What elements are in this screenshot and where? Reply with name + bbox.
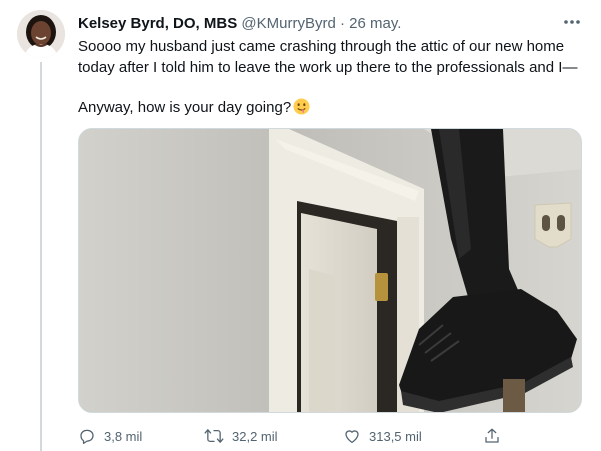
reply-count: 3,8 mil — [104, 428, 143, 444]
retweet-button[interactable]: 32,2 mil — [204, 425, 278, 447]
share-button[interactable] — [483, 425, 501, 447]
like-button[interactable]: 313,5 mil — [343, 425, 422, 447]
reply-button[interactable]: 3,8 mil — [78, 425, 142, 447]
more-options-button[interactable] — [561, 12, 583, 32]
tweet-date[interactable]: 26 may. — [349, 15, 401, 32]
retweet-icon — [204, 429, 224, 443]
more-horizontal-icon — [564, 20, 580, 24]
tweet-actions: 3,8 mil 32,2 mil 313,5 mil — [78, 425, 582, 447]
tweet-photo[interactable] — [78, 128, 582, 413]
tweet-text-line-2: Anyway, how is your day going? — [78, 99, 292, 116]
avatar-photo — [17, 10, 65, 58]
retweet-count: 32,2 mil — [232, 428, 278, 444]
tweet-text: Soooo my husband just came crashing thro… — [78, 37, 593, 119]
tweet-header: Kelsey Byrd, DO, MBS @KMurryByrd · 26 ma… — [78, 14, 561, 34]
like-count: 313,5 mil — [369, 428, 422, 444]
drooling-face-emoji — [293, 98, 310, 115]
heart-icon — [345, 430, 359, 444]
tweet-text-line-1: Soooo my husband just came crashing thro… — [78, 38, 578, 76]
photo-image — [79, 129, 581, 412]
share-icon — [485, 428, 499, 443]
reply-icon — [80, 429, 94, 444]
author-name[interactable]: Kelsey Byrd, DO, MBS — [78, 15, 237, 32]
author-avatar[interactable] — [17, 10, 65, 58]
header-separator: · — [339, 15, 345, 32]
thread-line — [40, 62, 42, 451]
author-handle[interactable]: @KMurryByrd — [241, 15, 335, 32]
